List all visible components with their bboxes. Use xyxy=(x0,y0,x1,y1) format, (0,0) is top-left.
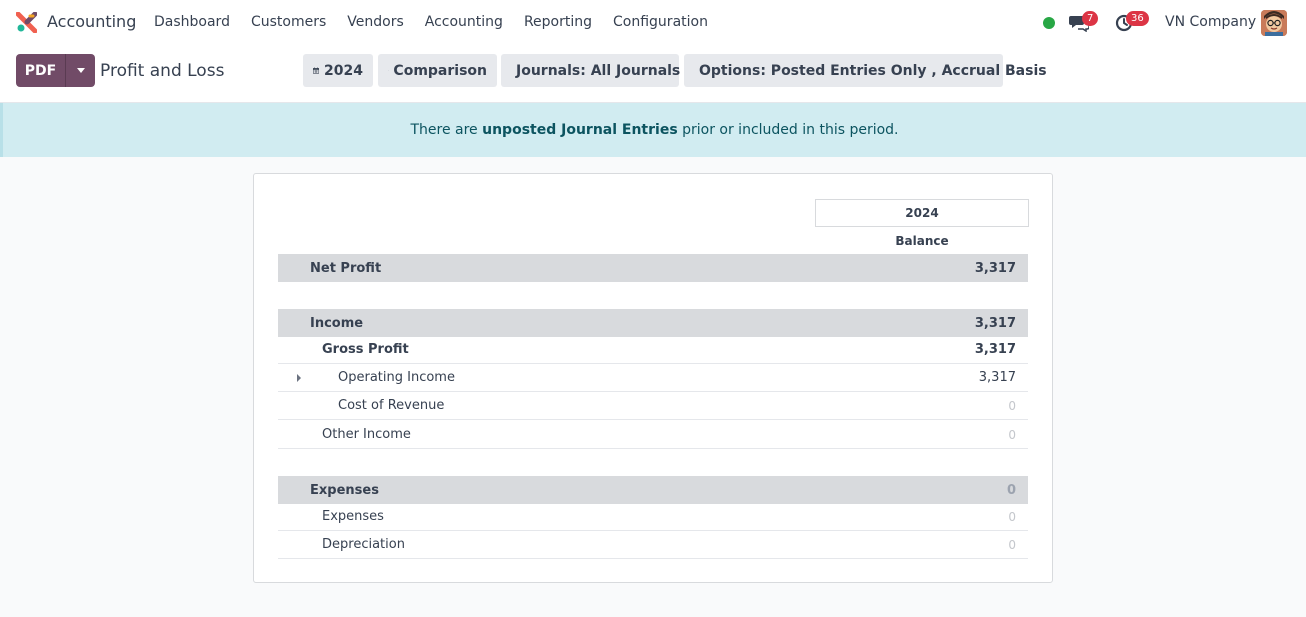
date-filter-button[interactable]: 2024 xyxy=(303,54,373,87)
menu-customers[interactable]: Customers xyxy=(251,14,326,30)
row-label: Income xyxy=(310,315,364,331)
options-filter-button[interactable]: Options: Posted Entries Only , Accrual B… xyxy=(684,54,1047,87)
table-row-operating-income[interactable]: Operating Income 3,317 xyxy=(278,364,1028,392)
row-value: 0 xyxy=(1008,509,1016,524)
menu-reporting[interactable]: Reporting xyxy=(524,14,592,30)
row-label: Other Income xyxy=(322,427,411,442)
table-row-depreciation[interactable]: Depreciation 0 xyxy=(278,531,1028,559)
app-name[interactable]: Accounting xyxy=(47,12,136,31)
journals-filter-label: Journals: All Journals xyxy=(516,62,681,79)
column-header-balance: Balance xyxy=(895,234,949,248)
row-value: 0 xyxy=(1008,537,1016,552)
pdf-button-group: PDF xyxy=(16,54,95,87)
options-filter-label: Options: Posted Entries Only , Accrual B… xyxy=(699,62,1047,79)
alert-text-after: prior or included in this period. xyxy=(682,122,899,138)
caret-down-icon xyxy=(76,68,85,73)
control-panel: PDF Profit and Loss 2024 Comparison Jour… xyxy=(0,46,1306,103)
main-menu: Dashboard Customers Vendors Accounting R… xyxy=(154,14,729,30)
caret-right-icon[interactable] xyxy=(297,374,301,382)
comparison-label: Comparison xyxy=(393,62,487,79)
menu-accounting[interactable]: Accounting xyxy=(425,14,503,30)
table-row-net-profit[interactable]: Net Profit 3,317 xyxy=(278,254,1028,282)
table-row-other-income[interactable]: Other Income 0 xyxy=(278,421,1028,449)
row-label: Cost of Revenue xyxy=(338,398,445,413)
comparison-button[interactable]: Comparison xyxy=(378,54,497,87)
table-row-gross-profit[interactable]: Gross Profit 3,317 xyxy=(278,336,1028,364)
company-switcher[interactable]: VN Company xyxy=(1165,14,1256,30)
row-value: 3,317 xyxy=(974,260,1016,276)
row-value: 3,317 xyxy=(978,370,1016,385)
row-value: 0 xyxy=(1008,398,1016,413)
journals-filter-button[interactable]: Journals: All Journals xyxy=(501,54,681,87)
unposted-entries-alert: There are unposted Journal Entries prior… xyxy=(0,103,1306,157)
row-label: Depreciation xyxy=(322,537,405,552)
column-header-period[interactable]: 2024 xyxy=(815,199,1029,227)
presence-status-icon xyxy=(1043,17,1055,29)
table-row-income[interactable]: Income 3,317 xyxy=(278,309,1028,337)
row-value: 0 xyxy=(1006,482,1016,498)
row-label: Net Profit xyxy=(310,260,382,276)
pdf-dropdown-toggle[interactable] xyxy=(65,54,95,87)
pdf-button[interactable]: PDF xyxy=(16,54,65,87)
unposted-entries-link[interactable]: unposted Journal Entries xyxy=(482,122,678,138)
row-label: Operating Income xyxy=(338,370,455,385)
activities-badge: 36 xyxy=(1126,11,1149,26)
table-row-expenses[interactable]: Expenses 0 xyxy=(278,503,1028,531)
user-avatar[interactable] xyxy=(1261,10,1287,36)
row-value: 3,317 xyxy=(974,342,1016,357)
top-navbar: Accounting Dashboard Customers Vendors A… xyxy=(0,0,1306,46)
table-row-expenses-total[interactable]: Expenses 0 xyxy=(278,476,1028,504)
accounting-app-icon[interactable] xyxy=(16,12,37,33)
messages-badge: 7 xyxy=(1082,11,1099,26)
user-avatar-icon xyxy=(1261,10,1287,36)
menu-configuration[interactable]: Configuration xyxy=(613,14,708,30)
row-value: 0 xyxy=(1008,427,1016,442)
menu-vendors[interactable]: Vendors xyxy=(347,14,403,30)
calendar-icon xyxy=(313,67,320,74)
row-value: 3,317 xyxy=(974,315,1016,331)
row-label: Gross Profit xyxy=(322,342,409,357)
row-label: Expenses xyxy=(310,482,379,498)
date-filter-label: 2024 xyxy=(324,62,363,79)
alert-text-before: There are xyxy=(410,122,478,138)
menu-dashboard[interactable]: Dashboard xyxy=(154,14,230,30)
table-row-cost-of-revenue[interactable]: Cost of Revenue 0 xyxy=(278,392,1028,420)
report-card: 2024 Balance Net Profit 3,317 Income 3,3… xyxy=(253,173,1053,583)
row-label: Expenses xyxy=(322,509,384,524)
report-title: Profit and Loss xyxy=(100,61,225,81)
